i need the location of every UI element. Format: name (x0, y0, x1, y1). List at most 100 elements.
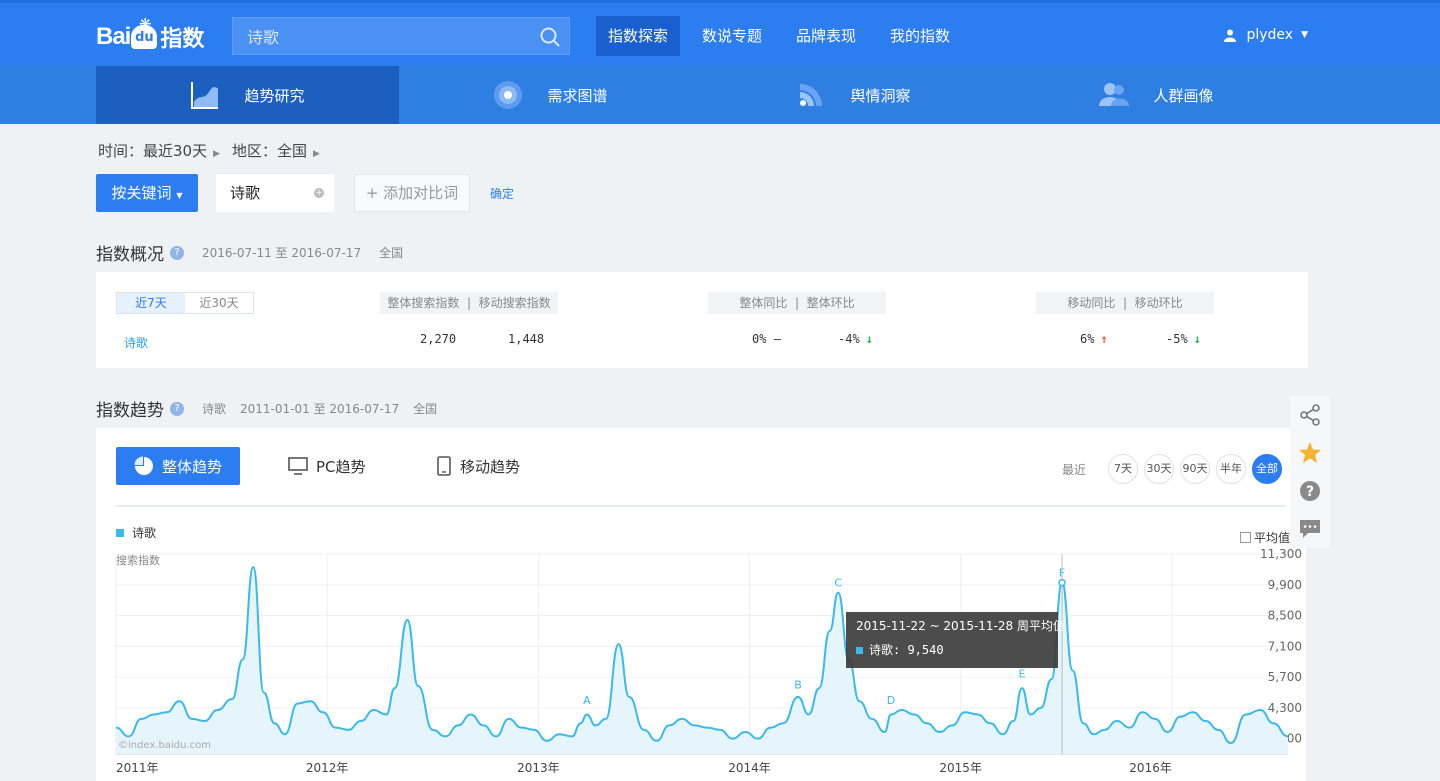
legend-swatch (116, 528, 124, 537)
mobile-search-index-value: 1,448 (508, 332, 545, 346)
nav-data-topics[interactable]: 数说专题 (690, 16, 774, 56)
col-search-header: 整体搜索指数 | 移动搜索指数 (380, 292, 558, 314)
top-header: Bai ❋ du 指数 指数探索 数说专题 品牌表现 我的指数 plydex ▼ (0, 0, 1440, 66)
user-menu[interactable]: plydex ▼ (1224, 27, 1308, 43)
time-filter[interactable]: 时间：最近30天 ▶ (98, 140, 220, 161)
add-compare-button[interactable]: + 添加对比词 (354, 174, 470, 212)
range-7d[interactable]: 7天 (1108, 454, 1138, 484)
tooltip-value: 诗歌: 9,540 (869, 642, 944, 657)
range-30d[interactable]: 30天 (1144, 454, 1174, 484)
top-nav: 指数探索 数说专题 品牌表现 我的指数 (596, 16, 972, 56)
help-button[interactable]: ? (1290, 472, 1330, 510)
time-filter-label: 时间：最近30天 (98, 142, 208, 160)
help-icon[interactable]: ? (170, 245, 184, 260)
subnav-label: 需求图谱 (547, 86, 608, 105)
y-tick-label: 8,500 (1268, 609, 1302, 623)
keyword-input[interactable]: 诗歌 + (216, 174, 334, 212)
help-icon[interactable]: ? (170, 401, 184, 416)
range-half-year[interactable]: 半年 (1216, 454, 1246, 484)
yoy-flat-indicator: — (773, 332, 781, 346)
nav-brand[interactable]: 品牌表现 (784, 16, 868, 56)
annotation-b: B (794, 679, 802, 692)
search-icon[interactable] (539, 26, 561, 48)
arrow-down-icon: ↓ (1193, 332, 1201, 346)
tab-7days[interactable]: 近7天 (117, 293, 185, 313)
mobile-yoy-number: 6% (1080, 332, 1095, 346)
trend-card: 整体趋势 PC趋势 移动趋势 最近 7天 30天 90天 半年 全部 诗歌 平均… (96, 428, 1306, 781)
caret-down-icon: ▼ (176, 191, 183, 200)
caret-right-icon: ▶ (313, 149, 320, 159)
overview-title: 指数概况 (96, 245, 164, 265)
share-button[interactable] (1290, 396, 1330, 434)
checkbox-icon (1239, 532, 1251, 543)
subnav-trend-research[interactable]: 趋势研究 (96, 66, 399, 124)
tab-overall-trend[interactable]: 整体趋势 (116, 447, 240, 485)
plus-circle-icon[interactable]: + (314, 188, 324, 198)
arrow-up-icon: ↑ (1100, 332, 1108, 346)
tab-30days[interactable]: 近30天 (185, 293, 253, 313)
overview-keyword-link[interactable]: 诗歌 (124, 334, 148, 351)
username: plydex (1246, 27, 1294, 43)
mom-number: -4% (838, 332, 860, 346)
x-tick-label: 2012年 (306, 761, 349, 775)
trend-keyword: 诗歌 (202, 402, 227, 416)
overview-card: 近7天 近30天 整体搜索指数 | 移动搜索指数 整体同比 | 整体环比 移动同… (96, 272, 1308, 368)
x-tick-label: 2016年 (1129, 761, 1172, 775)
mobile-yoy-value: 6% ↑ (1080, 332, 1108, 346)
range-label: 最近 (1061, 462, 1086, 477)
subnav-demand-map[interactable]: 需求图谱 (399, 66, 702, 124)
nav-my-index[interactable]: 我的指数 (878, 16, 962, 56)
keyword-mode-button[interactable]: 按关键词 ▼ (96, 174, 198, 212)
subnav-sentiment[interactable]: 舆情洞察 (702, 66, 1005, 124)
feedback-button[interactable] (1290, 510, 1330, 548)
people-icon (1099, 83, 1130, 106)
y-tick-label: 7,100 (1268, 639, 1302, 653)
mobile-mom-value: -5% ↓ (1166, 332, 1201, 346)
y-tick-label: 4,300 (1268, 701, 1302, 715)
region-filter[interactable]: 地区：全国 ▶ (232, 140, 320, 161)
chat-icon (1300, 520, 1320, 538)
question-icon: ? (1300, 481, 1320, 501)
y-axis-label: 搜索指数 (116, 553, 160, 567)
baidu-index-logo[interactable]: Bai ❋ du 指数 (96, 15, 204, 57)
target-icon (494, 81, 523, 109)
logo-du: du (131, 25, 158, 49)
search-input[interactable] (233, 18, 533, 54)
trend-chart[interactable]: 2,9004,3005,7007,1008,5009,90011,3002011… (96, 548, 1306, 781)
subnav-audience[interactable]: 人群画像 (1005, 66, 1308, 124)
yoy-value: 0% — (752, 332, 781, 346)
trend-region: 全国 (413, 402, 438, 416)
sub-nav: 趋势研究 需求图谱 舆情洞察 人群画像 (0, 66, 1440, 124)
nav-index-explore[interactable]: 指数探索 (596, 16, 681, 56)
legend-label: 诗歌 (132, 526, 157, 540)
range-all[interactable]: 全部 (1252, 454, 1282, 484)
tab-pc-trend[interactable]: PC趋势 (288, 447, 366, 485)
x-tick-label: 2013年 (517, 761, 560, 775)
overview-region: 全国 (379, 246, 404, 260)
floating-sidebar: ? (1290, 396, 1330, 548)
chart-legend[interactable]: 诗歌 (116, 524, 156, 541)
x-tick-label: 2014年 (728, 761, 771, 775)
logo-text: Bai (96, 23, 131, 50)
search-index-value: 2,270 (420, 332, 457, 346)
annotation-c: C (834, 577, 842, 590)
arrow-down-icon: ↓ (865, 332, 873, 346)
svg-text:?: ? (1306, 484, 1314, 500)
mom-value: -4% ↓ (838, 332, 873, 346)
col-mobile-mom-label: 移动环比 (1134, 296, 1183, 310)
col-mobile-yoy-label: 移动同比 (1067, 296, 1116, 310)
favorite-button[interactable] (1290, 434, 1330, 472)
confirm-link[interactable]: 确定 (490, 185, 514, 202)
col-mobile-search-label: 移动搜索指数 (478, 296, 551, 310)
range-90d[interactable]: 90天 (1180, 454, 1210, 484)
average-checkbox[interactable]: 平均值 (1239, 529, 1290, 546)
annotation-e: E (1018, 668, 1025, 681)
share-icon (1300, 404, 1320, 426)
yoy-number: 0% (752, 332, 767, 346)
series-line (115, 566, 1289, 745)
y-tick-label: 9,900 (1268, 578, 1302, 592)
tab-mobile-trend[interactable]: 移动趋势 (436, 447, 520, 485)
watermark: ©index.baidu.com (118, 740, 211, 751)
overview-period-tabs: 近7天 近30天 (116, 292, 254, 314)
keyword-mode-label: 按关键词 (111, 184, 172, 202)
